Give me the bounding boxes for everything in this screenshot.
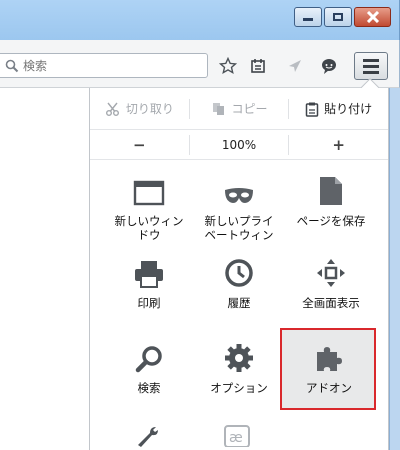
magnifier-icon — [135, 339, 163, 373]
cut-button[interactable]: 切り取り — [90, 88, 189, 130]
hamburger-line — [363, 70, 379, 74]
app-menu-panel: 切り取り コピー 貼り付け − 100% + 新しいウィン ドウ 新しいプライ … — [89, 88, 389, 450]
chat-icon[interactable] — [319, 56, 339, 76]
navigation-toolbar — [0, 40, 400, 88]
maximize-icon — [333, 13, 343, 21]
page-icon — [319, 172, 343, 206]
hamburger-line — [363, 64, 379, 68]
new-window-icon — [133, 172, 165, 206]
close-icon — [366, 11, 379, 23]
developer-wrench-icon[interactable] — [136, 425, 160, 450]
close-button[interactable] — [354, 7, 391, 27]
svg-text:æ: æ — [229, 430, 243, 446]
search-box[interactable] — [0, 53, 208, 78]
puzzle-icon — [314, 339, 344, 373]
print-label: 印刷 — [137, 296, 161, 310]
private-window-label: 新しいプライ ベートウィン — [204, 214, 274, 242]
history-label: 履歴 — [227, 296, 251, 310]
paste-label: 貼り付け — [324, 102, 373, 116]
save-page-label: ページを保存 — [296, 214, 366, 228]
minimize-icon — [303, 17, 313, 21]
new-window-label: 新しいウィン ドウ — [114, 214, 184, 242]
zoom-reset-button[interactable]: 100% — [190, 138, 289, 152]
print-button[interactable]: 印刷 — [103, 254, 195, 310]
scissors-icon — [105, 102, 119, 116]
new-window-button[interactable]: 新しいウィン ドウ — [103, 172, 195, 242]
character-encoding-icon[interactable]: æ — [224, 425, 250, 450]
search-input[interactable] — [23, 57, 193, 74]
open-menu-button[interactable] — [354, 52, 388, 80]
search-button[interactable]: 検索 — [103, 339, 195, 395]
mask-icon — [223, 172, 255, 206]
save-page-button[interactable]: ページを保存 — [285, 172, 377, 228]
clipboard-icon — [305, 102, 319, 117]
fullscreen-label: 全画面表示 — [302, 296, 360, 310]
paste-button[interactable]: 貼り付け — [289, 88, 388, 130]
edit-controls: 切り取り コピー 貼り付け — [90, 88, 388, 130]
addons-label: アドオン — [306, 381, 352, 395]
copy-label: コピー — [231, 102, 268, 116]
maximize-button[interactable] — [324, 7, 352, 27]
minimize-button[interactable] — [294, 7, 322, 27]
gear-icon — [224, 339, 254, 373]
search-icon — [5, 59, 19, 73]
copy-icon — [212, 102, 224, 115]
next-row-partial: æ — [90, 425, 388, 450]
printer-icon — [134, 254, 164, 288]
window-titlebar — [0, 0, 400, 40]
zoom-in-button[interactable]: + — [289, 136, 388, 154]
fullscreen-icon — [316, 254, 346, 288]
window-frame — [389, 88, 400, 450]
copy-button[interactable]: コピー — [190, 88, 289, 130]
addons-button[interactable]: アドオン — [283, 339, 375, 395]
hamburger-icon — [363, 58, 379, 62]
zoom-out-button[interactable]: − — [90, 136, 189, 154]
fullscreen-button[interactable]: 全画面表示 — [285, 254, 377, 310]
send-icon[interactable] — [285, 56, 305, 76]
options-label: オプション — [210, 381, 268, 395]
clock-icon — [224, 254, 254, 288]
bookmarks-menu-icon[interactable] — [248, 56, 268, 76]
cut-label: 切り取り — [125, 102, 174, 116]
history-button[interactable]: 履歴 — [193, 254, 285, 310]
search-label: 検索 — [137, 381, 161, 395]
zoom-controls: − 100% + — [90, 130, 388, 160]
bookmark-star-icon[interactable] — [218, 56, 238, 76]
options-button[interactable]: オプション — [193, 339, 285, 395]
private-window-button[interactable]: 新しいプライ ベートウィン — [193, 172, 285, 246]
